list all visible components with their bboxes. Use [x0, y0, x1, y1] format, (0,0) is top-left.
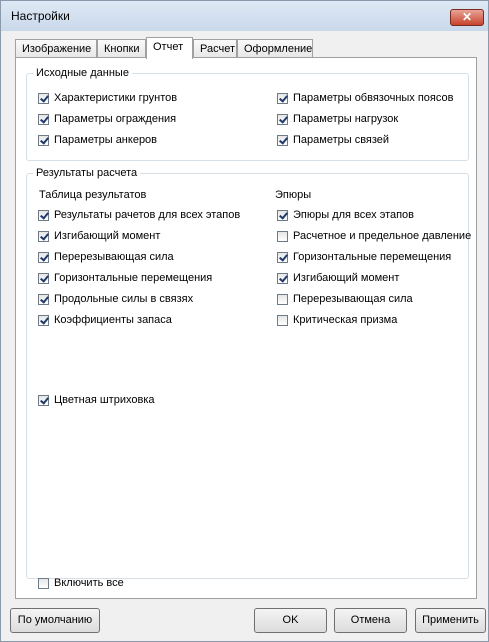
diagram-checkbox[interactable]: Эпюры для всех этапов	[277, 209, 414, 221]
tab-image[interactable]: Изображение	[15, 39, 97, 58]
checkbox-checked-icon[interactable]	[38, 251, 49, 263]
diagram-checkbox[interactable]: Расчетное и предельное давление	[277, 230, 471, 242]
checkbox-checked-icon[interactable]	[38, 230, 49, 242]
results-table-checkbox-label: Результаты рачетов для всех этапов	[54, 209, 241, 221]
color-hatching-checkbox-label: Цветная штриховка	[54, 394, 155, 406]
checkbox-checked-icon[interactable]	[38, 209, 49, 221]
enable-all-checkbox-label: Включить все	[54, 577, 124, 589]
checkbox-unchecked-icon[interactable]	[277, 230, 288, 242]
results-table-checkbox-label: Горизонтальные перемещения	[54, 272, 213, 284]
results-legend: Результаты расчета	[36, 167, 138, 179]
results-table-checkbox[interactable]: Продольные силы в связях	[38, 293, 193, 305]
source-data-right-checkbox[interactable]: Параметры связей	[277, 134, 389, 146]
source-data-left-checkbox-label: Параметры анкеров	[54, 134, 158, 146]
source-data-right-checkbox[interactable]: Параметры обвязочных поясов	[277, 92, 453, 104]
source-data-right-checkbox-label: Параметры обвязочных поясов	[293, 92, 454, 104]
diagram-checkbox-label: Критическая призма	[293, 314, 398, 326]
default-button[interactable]: По умолчанию	[10, 608, 100, 633]
results-table-checkbox[interactable]: Результаты рачетов для всех этапов	[38, 209, 240, 221]
diagram-checkbox-label: Горизонтальные перемещения	[293, 251, 452, 263]
report-tab-panel: Исходные данные Характеристики грунтов Па…	[15, 57, 477, 599]
diagram-checkbox-label: Расчетное и предельное давление	[293, 230, 472, 242]
checkbox-checked-icon[interactable]	[277, 92, 288, 104]
checkbox-checked-icon[interactable]	[277, 272, 288, 284]
diagrams-heading: Эпюры	[275, 189, 312, 201]
results-table-checkbox[interactable]: Горизонтальные перемещения	[38, 272, 212, 284]
source-data-left-checkbox-label: Параметры ограждения	[54, 113, 177, 125]
source-data-right-checkbox-label: Параметры связей	[293, 134, 390, 146]
diagram-checkbox[interactable]: Горизонтальные перемещения	[277, 251, 451, 263]
tab-appearance[interactable]: Оформление	[237, 39, 313, 58]
diagram-checkbox[interactable]: Изгибающий момент	[277, 272, 399, 284]
results-table-checkbox-label: Изгибающий момент	[54, 230, 161, 242]
checkbox-unchecked-icon[interactable]	[277, 314, 288, 326]
cancel-button[interactable]: Отмена	[334, 608, 407, 633]
ok-button[interactable]: OK	[254, 608, 327, 633]
close-icon: ✕	[461, 10, 473, 24]
diagram-checkbox[interactable]: Перерезывающая сила	[277, 293, 413, 305]
checkbox-checked-icon[interactable]	[277, 251, 288, 263]
checkbox-checked-icon[interactable]	[38, 134, 49, 146]
results-table-checkbox[interactable]: Перерезывающая сила	[38, 251, 174, 263]
close-button[interactable]: ✕	[450, 9, 484, 26]
checkbox-checked-icon[interactable]	[38, 92, 49, 104]
enable-all-checkbox[interactable]: Включить все	[38, 577, 124, 589]
diagram-checkbox-label: Изгибающий момент	[293, 272, 400, 284]
color-hatching-checkbox[interactable]: Цветная штриховка	[38, 394, 155, 406]
checkbox-checked-icon[interactable]	[277, 113, 288, 125]
results-group: Результаты расчета	[26, 167, 469, 579]
checkbox-checked-icon[interactable]	[38, 113, 49, 125]
checkbox-checked-icon[interactable]	[277, 134, 288, 146]
checkbox-checked-icon[interactable]	[277, 209, 288, 221]
tab-calculation[interactable]: Расчет	[193, 39, 237, 58]
diagram-checkbox-label: Эпюры для всех этапов	[293, 209, 415, 221]
results-table-checkbox[interactable]: Коэффициенты запаса	[38, 314, 172, 326]
diagram-checkbox[interactable]: Критическая призма	[277, 314, 397, 326]
title-bar: Настройки ✕	[1, 1, 488, 31]
apply-button[interactable]: Применить	[415, 608, 486, 633]
results-table-checkbox-label: Продольные силы в связях	[54, 293, 194, 305]
diagram-checkbox-label: Перерезывающая сила	[293, 293, 413, 305]
source-data-left-checkbox[interactable]: Параметры ограждения	[38, 113, 176, 125]
source-data-left-checkbox[interactable]: Характеристики грунтов	[38, 92, 177, 104]
checkbox-checked-icon[interactable]	[38, 293, 49, 305]
checkbox-checked-icon[interactable]	[38, 272, 49, 284]
window-title: Настройки	[11, 9, 70, 23]
source-data-left-checkbox[interactable]: Параметры анкеров	[38, 134, 157, 146]
checkbox-unchecked-icon[interactable]	[277, 293, 288, 305]
checkbox-checked-icon[interactable]	[38, 394, 49, 406]
results-table-checkbox-label: Перерезывающая сила	[54, 251, 174, 263]
source-data-right-checkbox[interactable]: Параметры нагрузок	[277, 113, 398, 125]
source-data-legend: Исходные данные	[36, 67, 129, 79]
results-table-checkbox[interactable]: Изгибающий момент	[38, 230, 160, 242]
results-table-heading: Таблица результатов	[39, 189, 147, 201]
source-data-left-checkbox-label: Характеристики грунтов	[54, 92, 178, 104]
source-data-right-checkbox-label: Параметры нагрузок	[293, 113, 399, 125]
tab-report[interactable]: Отчет	[146, 37, 193, 59]
tab-buttons[interactable]: Кнопки	[97, 39, 146, 58]
settings-dialog: Настройки ✕ Изображение Кнопки Отчет Рас…	[0, 0, 489, 642]
results-table-checkbox-label: Коэффициенты запаса	[54, 314, 172, 326]
checkbox-unchecked-icon[interactable]	[38, 577, 49, 589]
checkbox-checked-icon[interactable]	[38, 314, 49, 326]
